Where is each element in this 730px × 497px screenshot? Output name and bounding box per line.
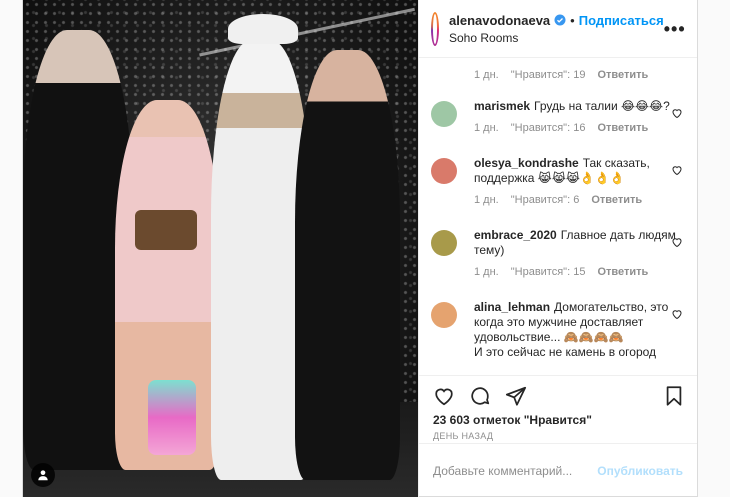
commenter-username[interactable]: olesya_kondrashe: [474, 156, 579, 170]
like-comment-icon[interactable]: [671, 107, 683, 119]
comment-meta: 1 дн. "Нравится": 6 Ответить: [474, 194, 683, 206]
bookmark-icon[interactable]: [663, 385, 685, 407]
comment-time[interactable]: 1 дн.: [474, 69, 499, 81]
heart-icon[interactable]: [433, 385, 455, 407]
reply-button[interactable]: Ответить: [591, 194, 642, 206]
comment-text-continued: И это сейчас не камень в огород: [474, 345, 657, 359]
follow-button[interactable]: Подписаться: [579, 13, 664, 28]
commenter-avatar[interactable]: [431, 101, 457, 127]
comment-meta: 1 дн. "Нравится": 15 Ответить: [474, 266, 683, 278]
verified-badge-icon: [554, 14, 566, 26]
reply-button[interactable]: Ответить: [597, 266, 648, 278]
separator-dot: •: [570, 12, 575, 28]
commenter-username[interactable]: marismek: [474, 99, 530, 113]
commenter-username[interactable]: embrace_2020: [474, 228, 557, 242]
comment-time[interactable]: 1 дн.: [474, 266, 499, 278]
comment-text: Грудь на талии 😂😂😂?: [534, 99, 670, 113]
commenter-avatar[interactable]: [431, 158, 457, 184]
comment-likes[interactable]: "Нравится": 16: [511, 122, 586, 134]
commenter-avatar[interactable]: [431, 302, 457, 328]
commenter-avatar[interactable]: [431, 230, 457, 256]
comment-likes[interactable]: "Нравится": 15: [511, 266, 586, 278]
username-link[interactable]: alenavodonaeva: [449, 13, 550, 28]
like-comment-icon[interactable]: [671, 236, 683, 248]
post-photo[interactable]: [23, 0, 418, 497]
reply-button[interactable]: Ответить: [597, 122, 648, 134]
comment-icon[interactable]: [469, 385, 491, 407]
commenter-username[interactable]: alina_lehman: [474, 300, 550, 314]
add-comment-bar: Опубликовать: [419, 443, 697, 497]
tagged-users-icon[interactable]: [31, 463, 55, 487]
comment-likes[interactable]: "Нравится": 6: [511, 194, 580, 206]
post-header: alenavodonaeva • Подписаться Soho Rooms …: [419, 0, 697, 58]
post-timestamp[interactable]: ДЕНЬ НАЗАД: [419, 427, 697, 441]
colorful-sneakers: [148, 380, 196, 455]
action-bar: [419, 375, 697, 415]
share-icon[interactable]: [505, 385, 527, 407]
location-link[interactable]: Soho Rooms: [449, 31, 664, 45]
white-hat: [228, 14, 298, 44]
comment-time[interactable]: 1 дн.: [474, 194, 499, 206]
comment-meta: 1 дн. "Нравится": 16 Ответить: [474, 122, 683, 134]
comment-item: olesya_kondrashe Так сказать, поддержка 😹…: [431, 156, 683, 206]
person-4: [295, 50, 400, 480]
comments-list[interactable]: 1 дн. "Нравится": 19 Ответить marismek Гр…: [419, 58, 697, 375]
publish-button[interactable]: Опубликовать: [597, 464, 683, 478]
post-container: alenavodonaeva • Подписаться Soho Rooms …: [22, 0, 698, 497]
avatar[interactable]: [431, 11, 439, 46]
post-sidebar: alenavodonaeva • Подписаться Soho Rooms …: [418, 0, 697, 497]
like-comment-icon[interactable]: [671, 164, 683, 176]
like-comment-icon[interactable]: [671, 308, 683, 320]
reply-button[interactable]: Ответить: [597, 69, 648, 81]
more-options-icon[interactable]: •••: [664, 20, 686, 38]
likes-count[interactable]: 23 603 отметок "Нравится": [419, 413, 697, 427]
handbag: [135, 210, 197, 250]
comment-meta: 1 дн. "Нравится": 19 Ответить: [474, 69, 648, 81]
comment-time[interactable]: 1 дн.: [474, 122, 499, 134]
comment-item: marismek Грудь на талии 😂😂😂? 1 дн. "Нрави…: [431, 99, 683, 134]
comment-likes[interactable]: "Нравится": 19: [511, 69, 586, 81]
comment-item: alina_lehman Домогательство, это когда эт…: [431, 300, 683, 360]
comment-input[interactable]: [433, 463, 598, 478]
comment-item: embrace_2020 Главное дать людям тему) 1 д…: [431, 228, 683, 278]
